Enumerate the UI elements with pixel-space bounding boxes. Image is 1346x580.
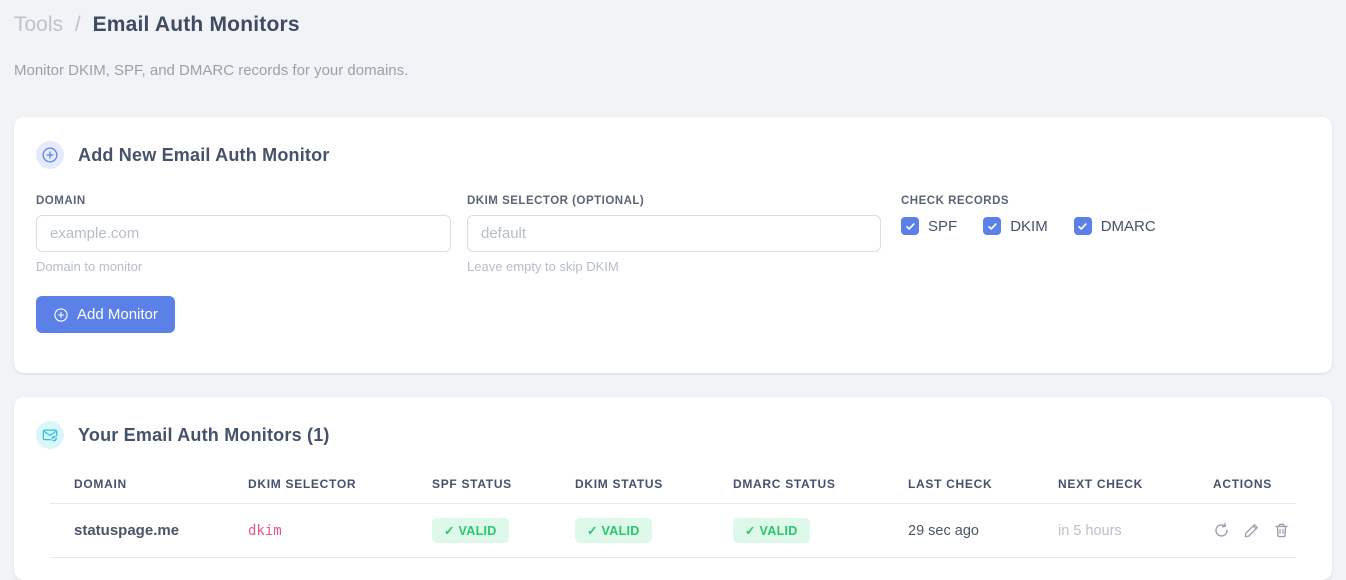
domain-field-label: DOMAIN — [36, 195, 86, 207]
spf-checkbox-label: SPF — [928, 217, 958, 235]
monitors-card: Your Email Auth Monitors (1) DOMAIN DKIM… — [14, 397, 1332, 580]
add-card-header: Add New Email Auth Monitor — [36, 141, 1310, 169]
add-monitor-button[interactable]: Add Monitor — [36, 296, 175, 333]
spf-checkbox-box[interactable] — [901, 217, 919, 235]
column-header-dmarc-status: DMARC STATUS — [709, 471, 884, 504]
dkim-selector-helper-text: Leave empty to skip DKIM — [467, 259, 619, 274]
column-header-last-check: LAST CHECK — [884, 471, 1034, 504]
dmarc-checkbox[interactable]: DMARC — [1073, 217, 1156, 235]
dmarc-checkbox-label: DMARC — [1100, 217, 1156, 235]
dkim-selector-field-group: DKIM SELECTOR (OPTIONAL) Leave empty to … — [467, 195, 881, 274]
dmarc-checkbox-box[interactable] — [1073, 217, 1092, 235]
dkim-checkbox-box[interactable] — [983, 217, 1002, 235]
plus-circle-icon — [36, 141, 64, 169]
check-records-label: CHECK RECORDS — [901, 195, 1010, 207]
spf-checkbox[interactable]: SPF — [901, 217, 957, 235]
add-card-title: Add New Email Auth Monitor — [78, 144, 330, 165]
column-header-actions: ACTIONS — [1189, 471, 1296, 504]
check-records-options: SPF DKIM DMARC — [901, 217, 1310, 235]
monitor-next-check: in 5 hours — [1034, 503, 1189, 558]
column-header-domain: DOMAIN — [50, 471, 224, 504]
page-subtitle: Monitor DKIM, SPF, and DMARC records for… — [14, 62, 409, 79]
domain-field-group: DOMAIN Domain to monitor — [36, 195, 451, 274]
breadcrumb: Tools / Email Auth Monitors — [14, 12, 1332, 38]
check-icon — [905, 222, 915, 230]
add-monitor-button-label: Add Monitor — [77, 306, 158, 323]
dmarc-status-badge: ✓ VALID — [733, 518, 810, 543]
add-monitor-form: DOMAIN Domain to monitor DKIM SELECTOR (… — [36, 195, 1310, 274]
monitors-card-title: Your Email Auth Monitors (1) — [78, 424, 330, 445]
breadcrumb-tools-link[interactable]: Tools — [14, 13, 63, 36]
table-row: statuspage.me dkim ✓ VALID ✓ VALID ✓ VAL… — [50, 503, 1296, 558]
monitor-last-check: 29 sec ago — [884, 503, 1034, 558]
column-header-dkim-status: DKIM STATUS — [551, 471, 709, 504]
monitor-dkim-selector: dkim — [224, 503, 408, 558]
dkim-selector-field-label: DKIM SELECTOR (OPTIONAL) — [467, 195, 645, 207]
trash-icon[interactable] — [1273, 522, 1290, 539]
dkim-checkbox[interactable]: DKIM — [983, 217, 1048, 235]
column-header-spf-status: SPF STATUS — [408, 471, 551, 504]
edit-pencil-icon[interactable] — [1243, 522, 1260, 539]
refresh-icon[interactable] — [1213, 522, 1230, 539]
check-icon — [987, 222, 997, 230]
monitors-table-wrap: DOMAIN DKIM SELECTOR SPF STATUS DKIM STA… — [50, 471, 1296, 558]
dkim-selector-input[interactable] — [467, 215, 881, 252]
column-header-dkim-selector: DKIM SELECTOR — [224, 471, 408, 504]
dkim-status-badge: ✓ VALID — [575, 518, 652, 543]
spf-status-badge: ✓ VALID — [432, 518, 509, 543]
add-monitor-card: Add New Email Auth Monitor DOMAIN Domain… — [14, 117, 1332, 373]
page: Tools / Email Auth Monitors Monitor DKIM… — [0, 0, 1346, 580]
monitors-table: DOMAIN DKIM SELECTOR SPF STATUS DKIM STA… — [50, 471, 1296, 558]
column-header-next-check: NEXT CHECK — [1034, 471, 1189, 504]
domain-helper-text: Domain to monitor — [36, 259, 143, 274]
monitor-domain: statuspage.me — [50, 503, 224, 558]
envelope-check-icon — [36, 421, 64, 449]
page-title: Email Auth Monitors — [92, 13, 300, 36]
domain-input[interactable] — [36, 215, 451, 252]
check-icon — [1078, 222, 1087, 230]
check-records-group: CHECK RECORDS SPF DKIM DMARC — [897, 195, 1310, 274]
plus-circle-icon — [54, 307, 68, 322]
table-header-row: DOMAIN DKIM SELECTOR SPF STATUS DKIM STA… — [50, 471, 1296, 504]
dkim-checkbox-label: DKIM — [1010, 217, 1048, 235]
breadcrumb-separator: / — [74, 13, 81, 36]
row-actions — [1213, 522, 1296, 539]
monitors-card-header: Your Email Auth Monitors (1) — [36, 421, 1310, 449]
